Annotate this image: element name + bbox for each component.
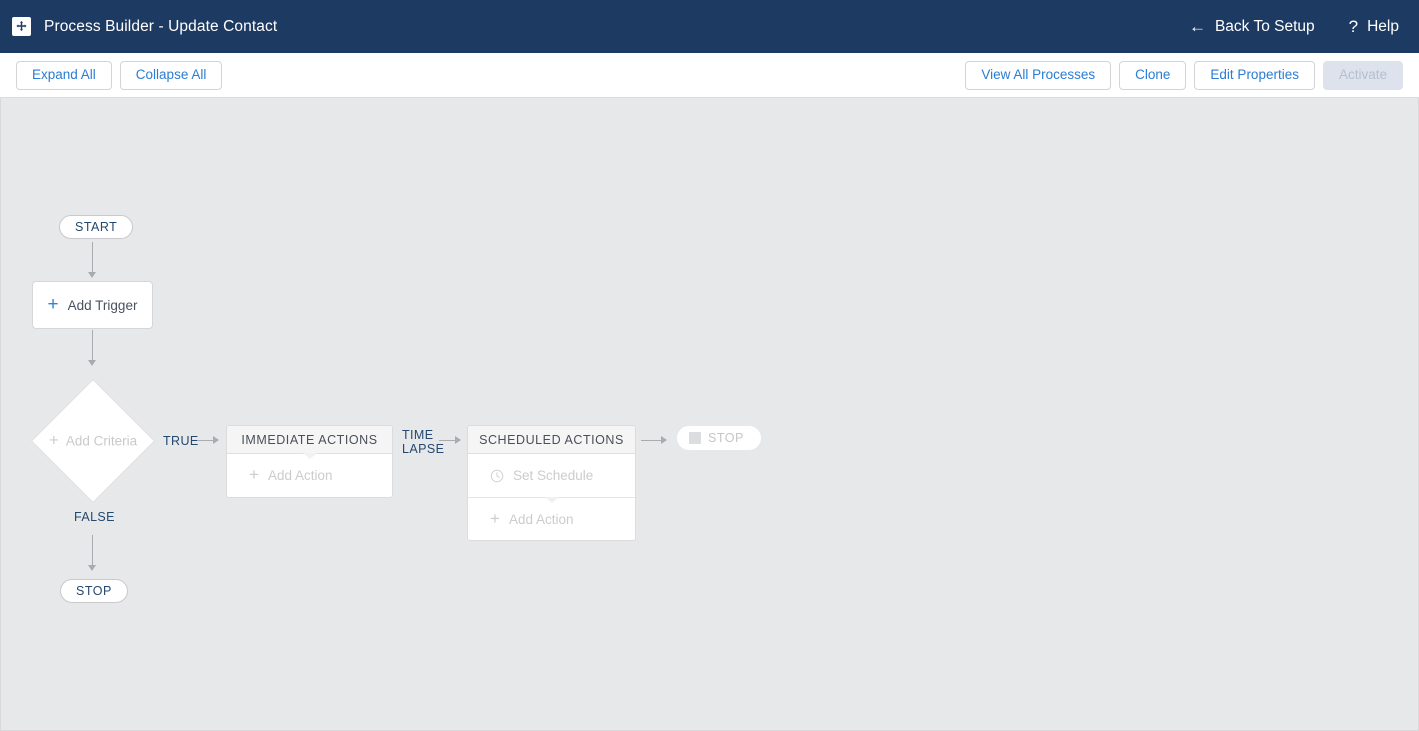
- scheduled-add-action-button[interactable]: + Add Action: [468, 497, 635, 540]
- edit-properties-button[interactable]: Edit Properties: [1194, 60, 1315, 90]
- connector-arrow-scheduled-to-stop: [661, 436, 667, 444]
- header-right-group: ← Back To Setup ? Help: [1189, 18, 1399, 36]
- connector-scheduled-to-stop: [641, 440, 663, 441]
- view-all-processes-button[interactable]: View All Processes: [965, 60, 1112, 90]
- connector-arrow-time-lapse: [455, 436, 461, 444]
- immediate-actions-title: IMMEDIATE ACTIONS: [241, 432, 378, 447]
- time-lapse-line1: TIME: [402, 428, 434, 442]
- panel-notch-icon: [544, 497, 559, 503]
- false-branch-label: FALSE: [74, 510, 115, 524]
- collapse-all-button[interactable]: Collapse All: [119, 60, 223, 90]
- connector-trigger-to-criteria: [92, 330, 93, 362]
- help-label: Help: [1367, 17, 1399, 35]
- end-stop-node: STOP: [677, 426, 761, 450]
- connector-arrow-start-to-trigger: [88, 272, 96, 278]
- clock-icon: [490, 469, 504, 483]
- true-branch-label: TRUE: [163, 434, 199, 448]
- plus-icon: +: [249, 465, 259, 484]
- page-title: Process Builder - Update Contact: [44, 17, 278, 35]
- scheduled-add-action-label: Add Action: [508, 511, 574, 527]
- question-mark-icon: ?: [1348, 17, 1359, 36]
- plus-icon: +: [47, 293, 59, 315]
- add-trigger-button[interactable]: + Add Trigger: [32, 281, 153, 329]
- time-lapse-line2: LAPSE: [402, 442, 445, 456]
- set-schedule-label: Set Schedule: [513, 468, 594, 483]
- end-stop-label: STOP: [708, 431, 744, 445]
- connector-arrow-true-branch: [213, 436, 219, 444]
- process-canvas: START + Add Trigger + Add Criteria TRUE …: [0, 98, 1419, 731]
- app-header: Process Builder - Update Contact ← Back …: [0, 0, 1419, 53]
- add-trigger-label: Add Trigger: [67, 297, 138, 313]
- connector-arrow-false-to-stop: [88, 565, 96, 571]
- immediate-actions-header: IMMEDIATE ACTIONS: [227, 426, 392, 459]
- toolbar-left-group: Expand All Collapse All: [16, 60, 223, 90]
- toolbar: Expand All Collapse All View All Process…: [0, 53, 1419, 98]
- start-node[interactable]: START: [59, 215, 134, 239]
- immediate-add-action-label: Add Action: [267, 468, 333, 483]
- clone-button[interactable]: Clone: [1119, 60, 1187, 90]
- add-criteria-node[interactable]: + Add Criteria: [30, 378, 156, 504]
- scheduled-actions-panel: SCHEDULED ACTIONS Set Schedule + Add Act…: [467, 425, 636, 541]
- plus-icon: +: [490, 508, 500, 528]
- stop-node[interactable]: STOP: [60, 579, 128, 603]
- back-to-setup-button[interactable]: ← Back To Setup: [1189, 18, 1315, 36]
- scheduled-actions-header: SCHEDULED ACTIONS: [468, 426, 635, 454]
- expand-all-button[interactable]: Expand All: [16, 60, 112, 90]
- immediate-add-action-button[interactable]: + Add Action: [227, 454, 392, 497]
- stop-node-label: STOP: [60, 579, 128, 603]
- help-button[interactable]: ? Help: [1349, 18, 1399, 36]
- end-stop-pill: STOP: [677, 426, 761, 450]
- connector-arrow-trigger-to-criteria: [88, 360, 96, 366]
- immediate-actions-panel: IMMEDIATE ACTIONS + Add Action: [226, 425, 393, 498]
- process-builder-icon: [12, 17, 31, 36]
- time-lapse-label: TIME LAPSE: [402, 428, 444, 456]
- connector-false-to-stop: [92, 535, 93, 567]
- connector-start-to-trigger: [92, 242, 93, 274]
- back-to-setup-label: Back To Setup: [1214, 17, 1315, 35]
- set-schedule-button[interactable]: Set Schedule: [468, 454, 635, 497]
- arrow-left-icon: ←: [1188, 17, 1206, 36]
- toolbar-right-group: View All Processes Clone Edit Properties…: [965, 60, 1403, 90]
- criteria-diamond-shape: [30, 378, 156, 504]
- stop-square-icon: [689, 432, 701, 444]
- activate-button: Activate: [1322, 60, 1403, 90]
- scheduled-actions-title: SCHEDULED ACTIONS: [479, 432, 624, 447]
- start-node-label: START: [59, 215, 134, 239]
- header-left-group: Process Builder - Update Contact: [12, 17, 277, 36]
